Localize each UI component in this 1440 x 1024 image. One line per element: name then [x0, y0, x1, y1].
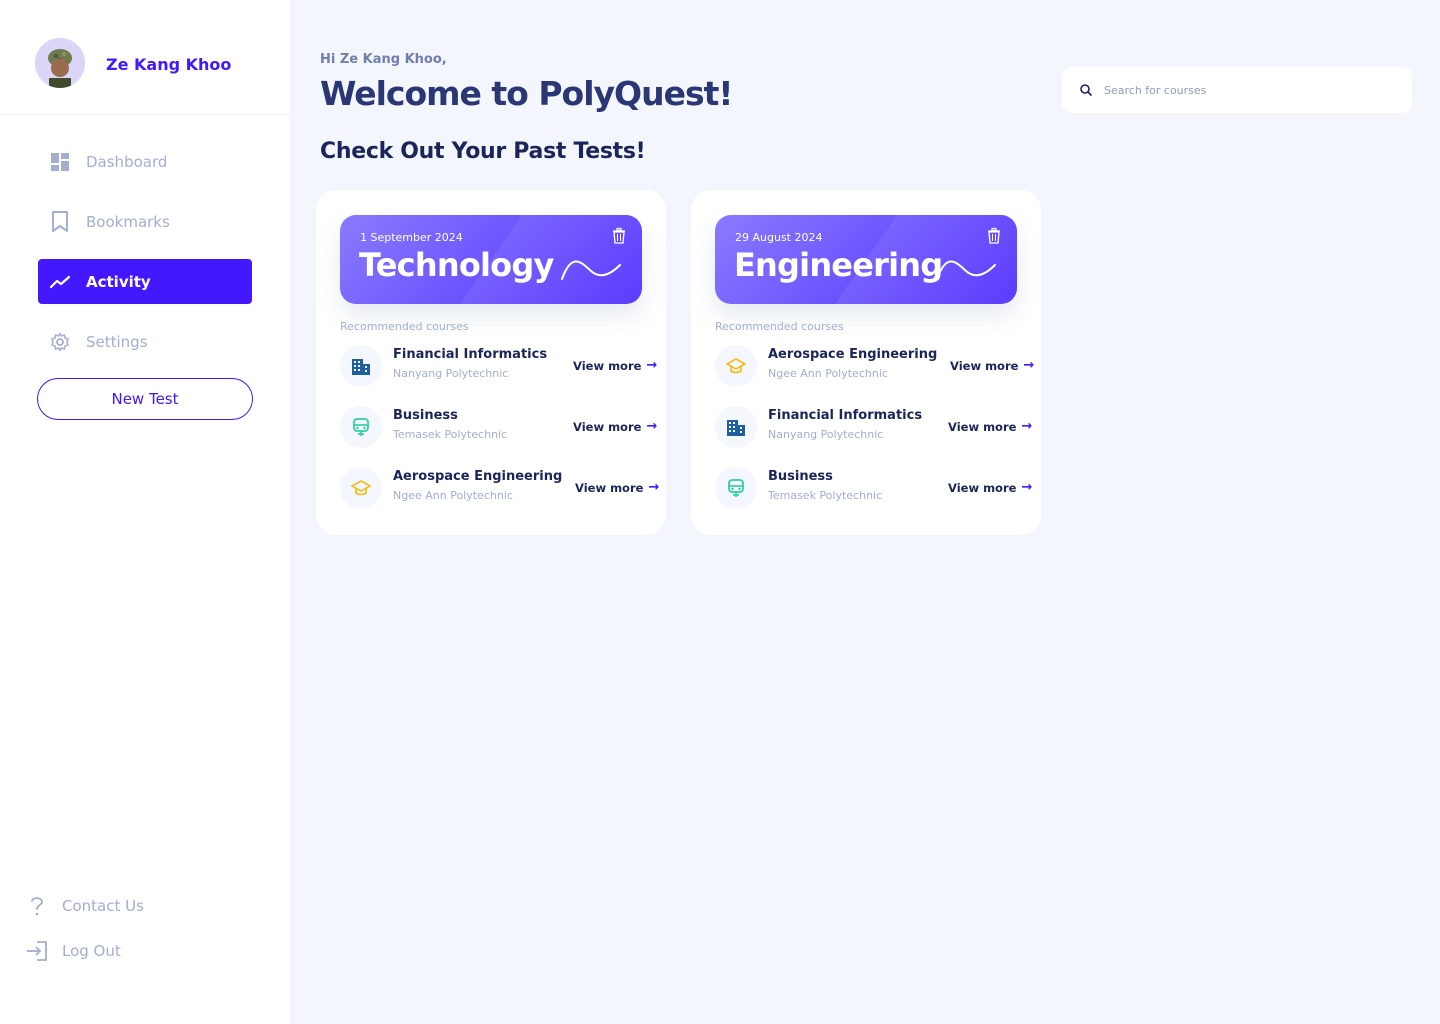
avatar[interactable]: [35, 38, 85, 88]
sidebar-item-bookmarks[interactable]: Bookmarks: [38, 199, 252, 244]
wave-icon: [936, 260, 996, 280]
contact-us-link[interactable]: Contact Us: [25, 894, 144, 918]
view-more-label: View more: [950, 358, 1019, 373]
wave-icon: [561, 260, 621, 280]
bus-icon: [715, 467, 757, 509]
course-name: Aerospace Engineering: [768, 347, 938, 362]
view-more-label: View more: [575, 480, 644, 495]
course-school: Ngee Ann Polytechnic: [768, 367, 888, 380]
list-item: Financial Informatics Nanyang Polytechni…: [715, 406, 1035, 450]
view-more-label: View more: [948, 419, 1017, 434]
view-more-link[interactable]: View more →: [573, 358, 657, 373]
course-school: Nanyang Polytechnic: [768, 428, 884, 441]
arrow-right-icon: →: [648, 480, 660, 495]
course-school: Temasek Polytechnic: [393, 428, 508, 441]
view-more-link[interactable]: View more →: [575, 480, 659, 495]
list-item: Aerospace Engineering Ngee Ann Polytechn…: [340, 467, 660, 511]
sidebar-item-label: Bookmarks: [86, 212, 170, 231]
page-title: Welcome to PolyQuest!: [320, 74, 733, 113]
view-more-label: View more: [948, 480, 1017, 495]
section-title: Check Out Your Past Tests!: [320, 139, 646, 164]
bus-icon: [340, 406, 382, 448]
graduation-cap-icon: [340, 467, 382, 509]
sidebar-item-dashboard[interactable]: Dashboard: [38, 139, 252, 184]
course-name: Financial Informatics: [393, 347, 548, 362]
log-out-label: Log Out: [62, 942, 121, 960]
test-title: Technology: [359, 246, 554, 284]
test-title: Engineering: [734, 246, 943, 284]
building-icon: [340, 345, 382, 387]
arrow-right-icon: →: [1023, 358, 1035, 373]
greeting: Hi Ze Kang Khoo,: [320, 52, 447, 67]
list-item: Financial Informatics Nanyang Polytechni…: [340, 345, 660, 389]
view-more-link[interactable]: View more →: [573, 419, 657, 434]
course-school: Temasek Polytechnic: [768, 489, 883, 502]
course-name: Business: [393, 408, 458, 423]
recommended-label: Recommended courses: [340, 320, 469, 333]
list-item: Business Temasek Polytechnic View more →: [340, 406, 660, 450]
arrow-right-icon: →: [1021, 480, 1033, 495]
course-school: Ngee Ann Polytechnic: [393, 489, 513, 502]
logout-icon: [25, 939, 49, 963]
dashboard-icon: [49, 151, 71, 173]
new-test-button[interactable]: New Test: [37, 378, 253, 420]
trash-icon[interactable]: [986, 227, 1002, 245]
profile-header: Ze Kang Khoo: [0, 0, 290, 115]
search-bar: [1062, 67, 1412, 113]
view-more-label: View more: [573, 358, 642, 373]
sidebar-item-settings[interactable]: Settings: [38, 319, 252, 364]
test-banner[interactable]: 1 September 2024 Technology: [340, 215, 642, 304]
recommended-label: Recommended courses: [715, 320, 844, 333]
search-input[interactable]: [1104, 83, 1384, 97]
course-name: Financial Informatics: [768, 408, 923, 423]
test-card: 29 August 2024 Engineering Recommended c…: [691, 190, 1041, 535]
trash-icon[interactable]: [611, 227, 627, 245]
building-icon: [715, 406, 757, 448]
graduation-cap-icon: [715, 345, 757, 387]
sidebar-item-label: Dashboard: [86, 152, 168, 171]
arrow-right-icon: →: [646, 419, 658, 434]
view-more-link[interactable]: View more →: [948, 480, 1032, 495]
test-banner[interactable]: 29 August 2024 Engineering: [715, 215, 1017, 304]
list-item: Business Temasek Polytechnic View more →: [715, 467, 1035, 511]
test-date: 29 August 2024: [735, 231, 823, 244]
contact-us-label: Contact Us: [62, 897, 144, 915]
course-name: Business: [768, 469, 833, 484]
test-card: 1 September 2024 Technology Recommended …: [316, 190, 666, 535]
bookmark-icon: [49, 210, 71, 233]
sidebar-item-label: Settings: [86, 332, 148, 351]
course-name: Aerospace Engineering: [393, 469, 563, 484]
log-out-link[interactable]: Log Out: [25, 939, 121, 963]
view-more-link[interactable]: View more →: [948, 419, 1032, 434]
question-icon: [25, 894, 49, 918]
course-school: Nanyang Polytechnic: [393, 367, 509, 380]
search-icon: [1080, 81, 1092, 100]
test-date: 1 September 2024: [360, 231, 463, 244]
gear-icon: [49, 331, 71, 353]
sidebar-item-activity[interactable]: Activity: [38, 259, 252, 304]
trend-icon: [49, 271, 71, 293]
sidebar-item-label: Activity: [86, 272, 151, 291]
arrow-right-icon: →: [1021, 419, 1033, 434]
view-more-label: View more: [573, 419, 642, 434]
list-item: Aerospace Engineering Ngee Ann Polytechn…: [715, 345, 1035, 389]
user-name: Ze Kang Khoo: [106, 55, 232, 74]
view-more-link[interactable]: View more →: [950, 358, 1034, 373]
arrow-right-icon: →: [646, 358, 658, 373]
sidebar: Ze Kang Khoo Dashboard Bookmarks Activit…: [0, 0, 290, 1024]
